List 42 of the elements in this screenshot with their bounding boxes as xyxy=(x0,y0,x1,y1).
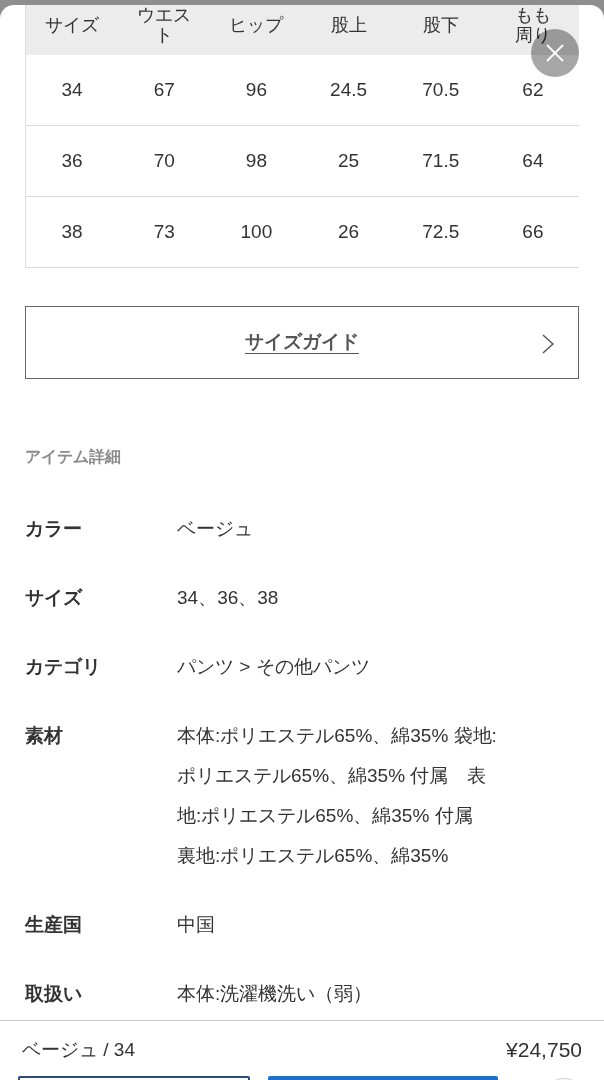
detail-label: 取扱い xyxy=(25,982,83,1006)
detail-value: 本体:洗濯機洗い（弱） xyxy=(177,982,373,1006)
table-cell-text: 67 xyxy=(152,77,176,102)
close-icon xyxy=(546,44,564,62)
column-header: ウエスト xyxy=(136,5,193,45)
section-heading: アイテム詳細 xyxy=(25,447,122,467)
table-cell-text: 26 xyxy=(337,219,361,244)
table-cell-text: 70 xyxy=(152,148,176,173)
chevron-right-icon xyxy=(542,334,554,354)
detail-value: ベージュ xyxy=(177,517,253,541)
price: ¥24,750 xyxy=(506,1038,582,1062)
selected-variant: ベージュ / 34 xyxy=(22,1038,135,1062)
detail-value: 中国 xyxy=(177,913,215,937)
column-header: サイズ xyxy=(44,15,101,35)
detail-value: パンツ > その他パンツ xyxy=(177,655,370,679)
column-header: ヒップ xyxy=(228,15,285,35)
detail-label: カテゴリ xyxy=(25,655,102,679)
column-header: 股下 xyxy=(421,15,460,35)
table-cell-text: 66 xyxy=(521,219,545,244)
detail-value: 34、36、38 xyxy=(177,586,279,610)
table-cell-text: 96 xyxy=(244,77,268,102)
detail-label: カラー xyxy=(25,517,83,541)
table-cell-text: 98 xyxy=(244,148,268,173)
detail-label: 生産国 xyxy=(25,913,83,937)
table-cell-text: 64 xyxy=(521,148,545,173)
detail-value: 本体:ポリエステル65%、綿35% 袋地: ポリエステル65%、綿35% 付属 表 地:ポリエステル65%、綿35% 付属 裏地:ポリエステル65%、綿35% xyxy=(177,724,497,868)
table-cell-text: 73 xyxy=(152,219,176,244)
table-cell-text: 24.5 xyxy=(329,77,369,102)
table-cell-text: 100 xyxy=(239,219,274,244)
table-cell-text: 25 xyxy=(337,148,361,173)
table-cell-text: 70.5 xyxy=(421,77,461,102)
table-cell-text: 38 xyxy=(60,219,84,244)
detail-label: 素材 xyxy=(25,724,64,748)
column-header: 股上 xyxy=(329,15,368,35)
detail-label: サイズ xyxy=(25,586,84,610)
table-cell-text: 36 xyxy=(60,148,84,173)
close-button[interactable] xyxy=(531,29,579,77)
table-cell-text: 34 xyxy=(60,77,84,102)
size-guide-button[interactable]: サイズガイド xyxy=(25,306,579,379)
table-cell-text: 62 xyxy=(521,77,545,102)
table-cell-text: 72.5 xyxy=(421,219,461,244)
table-cell-text: 71.5 xyxy=(421,148,461,173)
